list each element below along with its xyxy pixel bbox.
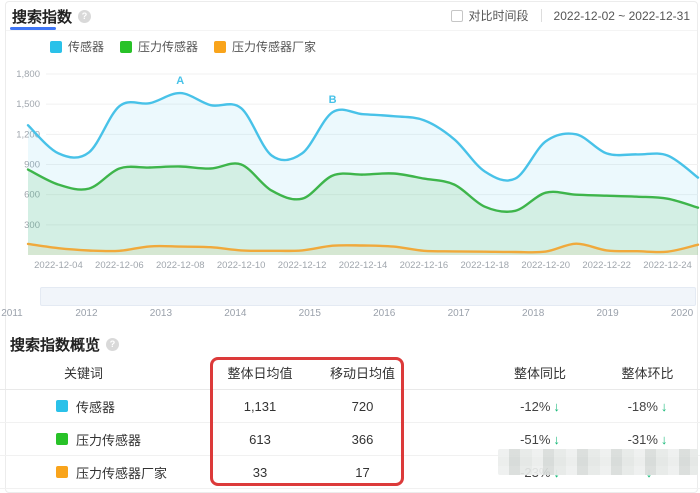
compare-control: 对比时间段 2022-12-02 ~ 2022-12-31 <box>451 7 690 24</box>
header-keyword: 关键词 <box>0 363 200 382</box>
compare-label: 对比时间段 <box>469 7 529 24</box>
legend-label: 压力传感器 <box>138 38 198 55</box>
year-label: 2012 <box>75 308 97 319</box>
timeline-range-slider[interactable] <box>40 287 696 306</box>
keyword-label: 传感器 <box>76 397 115 416</box>
mom-number: -18% <box>628 399 658 414</box>
mom-number: -31% <box>628 432 658 447</box>
search-index-page: 搜索指数 对比时间段 2022-12-02 ~ 2022-12-31 传感器 压… <box>0 0 700 489</box>
year-label: 2013 <box>150 308 172 319</box>
keyword-label: 压力传感器 <box>76 430 141 449</box>
timeline-year-labels: 2011 2012 2013 2014 2015 2016 2017 2018 2019 2020 <box>0 308 700 322</box>
yoy-number: -51% <box>520 432 550 447</box>
header-mom: 整体环比 <box>595 363 700 382</box>
keyword-cell: 传感器 <box>0 397 200 416</box>
table-row: 传感器 1,131 720 -12%↓ -18%↓ <box>0 390 700 423</box>
mom-value: -31%↓ <box>595 432 700 447</box>
year-label: 2020 <box>671 308 693 319</box>
overall-avg-value: 613 <box>200 432 320 447</box>
x-tick-label: 2022-12-24 <box>643 260 692 271</box>
date-range-picker[interactable]: 2022-12-02 ~ 2022-12-31 <box>554 9 690 23</box>
keyword-swatch <box>56 466 68 478</box>
keyword-cell: 压力传感器厂家 <box>0 463 200 482</box>
mobile-avg-value: 366 <box>320 432 405 447</box>
trend-chart[interactable]: 3006009001,2001,5001,8002022-12-042022-1… <box>0 58 700 282</box>
trend-down-icon: ↓ <box>553 399 560 414</box>
legend-label: 传感器 <box>68 38 104 55</box>
year-label: 2014 <box>224 308 246 319</box>
x-tick-label: 2022-12-22 <box>582 260 631 271</box>
legend-swatch <box>214 41 226 53</box>
legend-label: 压力传感器厂家 <box>232 38 316 55</box>
legend-item-pressure-sensor-manufacturer[interactable]: 压力传感器厂家 <box>214 38 316 55</box>
compare-checkbox[interactable] <box>451 10 463 22</box>
legend-item-pressure-sensor[interactable]: 压力传感器 <box>120 38 198 55</box>
legend-swatch <box>120 41 132 53</box>
year-label: 2015 <box>299 308 321 319</box>
info-icon[interactable] <box>106 338 119 351</box>
mobile-avg-value: 17 <box>320 465 405 480</box>
keyword-label: 压力传感器厂家 <box>76 463 167 482</box>
x-tick-label: 2022-12-14 <box>339 260 388 271</box>
trend-down-icon: ↓ <box>661 432 668 447</box>
censor-mosaic <box>498 449 698 475</box>
x-tick-label: 2022-12-16 <box>400 260 449 271</box>
overview-title: 搜索指数概览 <box>10 334 119 355</box>
overview-title-text: 搜索指数概览 <box>10 334 100 355</box>
year-label: 2019 <box>596 308 618 319</box>
trend-down-icon: ↓ <box>661 399 668 414</box>
trend-down-icon: ↓ <box>553 432 560 447</box>
x-tick-label: 2022-12-04 <box>34 260 83 271</box>
keyword-swatch <box>56 400 68 412</box>
legend-swatch <box>50 41 62 53</box>
mobile-avg-value: 720 <box>320 399 405 414</box>
year-label: 2017 <box>448 308 470 319</box>
x-tick-label: 2022-12-12 <box>278 260 327 271</box>
table-header-row: 关键词 整体日均值 移动日均值 整体同比 整体环比 <box>0 356 700 390</box>
info-icon[interactable] <box>78 10 91 23</box>
x-tick-label: 2022-12-10 <box>217 260 266 271</box>
x-tick-label: 2022-12-08 <box>156 260 205 271</box>
y-tick-label: 1,500 <box>16 99 40 110</box>
year-label: 2011 <box>1 308 23 319</box>
year-label: 2016 <box>373 308 395 319</box>
x-tick-label: 2022-12-06 <box>95 260 144 271</box>
mom-value: -18%↓ <box>595 399 700 414</box>
overall-avg-value: 1,131 <box>200 399 320 414</box>
y-tick-label: 1,800 <box>16 69 40 80</box>
header-mobile-avg: 移动日均值 <box>320 363 405 382</box>
year-label: 2018 <box>522 308 544 319</box>
keyword-cell: 压力传感器 <box>0 430 200 449</box>
header-divider <box>6 30 697 31</box>
header-yoy: 整体同比 <box>485 363 595 382</box>
keyword-swatch <box>56 433 68 445</box>
page-title-text: 搜索指数 <box>12 6 72 27</box>
x-tick-label: 2022-12-18 <box>461 260 510 271</box>
legend-item-sensor[interactable]: 传感器 <box>50 38 104 55</box>
page-title: 搜索指数 <box>12 6 91 27</box>
divider <box>541 9 542 22</box>
x-tick-label: 2022-12-20 <box>521 260 570 271</box>
yoy-value: -51%↓ <box>485 432 595 447</box>
header-overall-avg: 整体日均值 <box>200 363 320 382</box>
yoy-value: -12%↓ <box>485 399 595 414</box>
annotation-marker-B: B <box>329 94 337 106</box>
yoy-number: -12% <box>520 399 550 414</box>
overall-avg-value: 33 <box>200 465 320 480</box>
annotation-marker-A: A <box>176 75 184 87</box>
chart-legend: 传感器 压力传感器 压力传感器厂家 <box>50 38 316 55</box>
